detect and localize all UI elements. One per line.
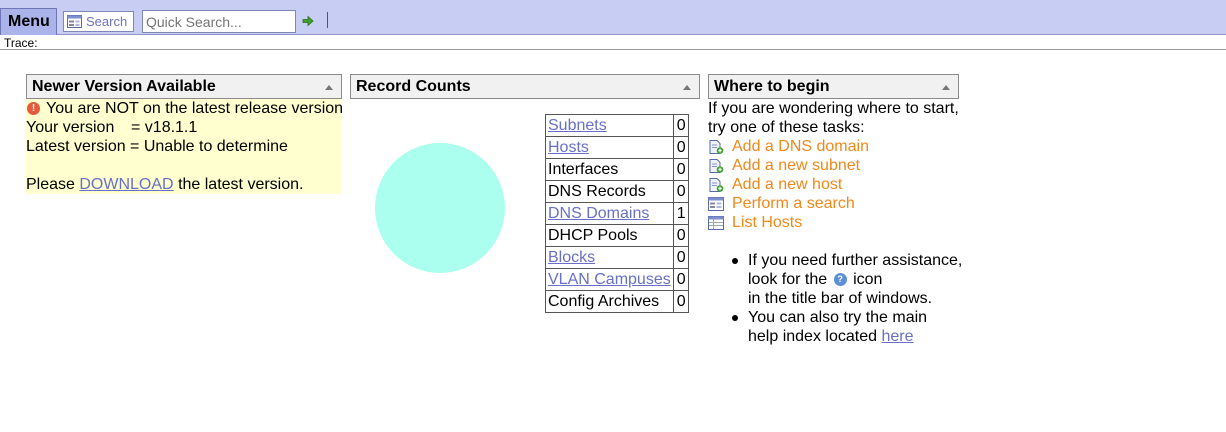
record-count-value: 0: [672, 224, 689, 247]
record-counts-title: Record Counts: [356, 78, 471, 95]
tip1-line3: in the title bar of windows.: [748, 290, 933, 307]
tip1-line1: If you need further assistance,: [748, 252, 963, 269]
go-arrow-icon[interactable]: [302, 15, 314, 27]
table-row: DNS Domains 1: [545, 202, 689, 225]
where-to-begin-header: Where to begin: [708, 74, 959, 99]
toolbar-separator: [327, 12, 328, 28]
list-item: You can also try the main help index loc…: [731, 308, 962, 346]
tip2-line1: You can also try the main: [748, 309, 928, 326]
trace-bar: Trace:: [0, 36, 1226, 50]
table-row: DHCP Pools 0: [545, 224, 689, 247]
table-row: Interfaces 0: [545, 158, 689, 181]
record-count-value: 0: [672, 246, 689, 269]
record-counts-table: Subnets 0 Hosts 0 Interfaces 0 DNS Records 0 DNS…: [545, 114, 689, 313]
where-to-begin-title: Where to begin: [714, 78, 830, 95]
table-row: VLAN Campuses 0: [545, 268, 689, 291]
record-count-value: 0: [672, 114, 689, 137]
record-counts-header: Record Counts: [350, 74, 700, 99]
version-warning: ! You are NOT on the latest release versi…: [27, 99, 343, 118]
list-item: If you need further assistance, look for…: [731, 251, 963, 308]
search-button-label: Search: [86, 14, 128, 29]
record-count-value: 1: [672, 202, 689, 225]
warning-icon: !: [27, 102, 40, 116]
record-count-label: DHCP Pools: [545, 224, 674, 247]
record-count-label: DNS Records: [545, 180, 674, 203]
list-table-icon: [708, 216, 724, 230]
newer-version-header: Newer Version Available: [26, 74, 342, 99]
newer-version-title: Newer Version Available: [32, 78, 216, 95]
record-count-label: Interfaces: [545, 158, 674, 181]
task-link[interactable]: Perform a search: [732, 194, 855, 213]
record-count-label[interactable]: Blocks: [545, 246, 674, 269]
task-link[interactable]: Add a new host: [732, 175, 842, 194]
tip1-line2b: icon: [853, 271, 883, 288]
record-count-value: 0: [672, 290, 689, 313]
record-count-value: 0: [672, 158, 689, 181]
add-page-icon: [708, 159, 724, 173]
version-warning-text: You are NOT on the latest release versio…: [46, 100, 344, 117]
collapse-icon[interactable]: [942, 85, 950, 90]
task-link[interactable]: List Hosts: [732, 213, 802, 232]
help-tips-list: If you need further assistance, look for…: [731, 251, 963, 346]
search-form-icon: [67, 15, 82, 28]
table-row: Config Archives 0: [545, 290, 689, 313]
quick-search-input[interactable]: [142, 10, 296, 33]
help-index-link[interactable]: here: [881, 328, 913, 345]
download-line: Please DOWNLOAD the latest version.: [26, 175, 303, 194]
table-row: Blocks 0: [545, 246, 689, 269]
intro-line-2: try one of these tasks:: [708, 119, 865, 136]
please-text: Please: [26, 176, 75, 193]
tip1-line2a: look for the: [748, 271, 828, 288]
record-count-label[interactable]: VLAN Campuses: [545, 268, 674, 291]
latest-version-text: Latest version = Unable to determine: [26, 138, 288, 155]
your-version-label: Your version: [26, 119, 115, 136]
task-link[interactable]: Add a DNS domain: [732, 137, 869, 156]
table-row: Hosts 0: [545, 136, 689, 159]
record-count-value: 0: [672, 180, 689, 203]
latest-version-suffix: the latest version.: [178, 176, 304, 193]
record-count-label[interactable]: Hosts: [545, 136, 674, 159]
record-count-value: 0: [672, 136, 689, 159]
download-link[interactable]: DOWNLOAD: [79, 176, 173, 193]
collapse-icon[interactable]: [325, 85, 333, 90]
search-button[interactable]: Search: [63, 11, 134, 32]
record-count-value: 0: [672, 268, 689, 291]
record-count-label: Config Archives: [545, 290, 674, 313]
your-version-value: = v18.1.1: [131, 119, 198, 136]
record-count-label[interactable]: DNS Domains: [545, 202, 674, 225]
table-row: Subnets 0: [545, 114, 689, 137]
intro-line-1: If you are wondering where to start,: [708, 100, 959, 117]
task-link[interactable]: Add a new subnet: [732, 156, 860, 175]
add-page-icon: [708, 140, 724, 154]
menu-button[interactable]: Menu: [0, 8, 57, 35]
collapse-icon[interactable]: [683, 85, 691, 90]
tip2-line2: help index located: [748, 328, 877, 345]
record-counts-pie: [375, 143, 505, 273]
add-page-icon: [708, 178, 724, 192]
search-form-icon: [708, 197, 724, 211]
record-count-label[interactable]: Subnets: [545, 114, 674, 137]
help-icon: ?: [833, 273, 847, 287]
trace-label: Trace:: [4, 36, 38, 50]
top-toolbar: Menu Search: [0, 0, 1226, 35]
table-row: DNS Records 0: [545, 180, 689, 203]
